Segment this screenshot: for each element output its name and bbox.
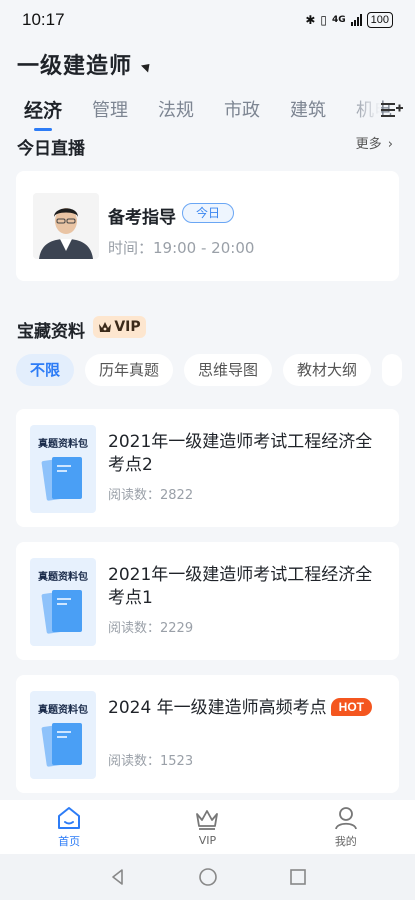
material-cover: 真题资料包 (30, 691, 96, 779)
status-bar: 10:17 ✱ ▯ 4G 100 (0, 0, 415, 40)
vibrate-icon: ▯ (320, 13, 327, 27)
bluetooth-icon: ✱ (305, 13, 316, 27)
nav-home[interactable]: 首页 (24, 806, 114, 849)
tab-menu-icon[interactable] (381, 102, 403, 118)
filter-chips: 不限 历年真题 思维导图 教材大纲 (16, 354, 403, 386)
material-title-row: 2024 年一级建造师高频考点 HOT (108, 697, 386, 720)
tab-municipal[interactable]: 市政 (224, 96, 260, 122)
material-cover: 真题资料包 (30, 558, 96, 646)
treasure-section-title: 宝藏资料 (17, 322, 85, 342)
nav-home-label: 首页 (58, 834, 81, 848)
cover-label: 真题资料包 (38, 439, 88, 450)
material-title: 2021年一级建造师考试工程经济全考点1 (108, 565, 373, 608)
home-icon (58, 806, 81, 829)
dropdown-caret-icon (141, 59, 154, 73)
teacher-avatar (33, 193, 99, 259)
live-section-title: 今日直播 (17, 139, 85, 159)
filter-past-exams[interactable]: 历年真题 (85, 354, 174, 386)
material-reads: 阅读数：1523 (108, 754, 194, 769)
material-card[interactable]: 真题资料包 2024 年一级建造师高频考点 HOT 阅读数：1523 (16, 675, 399, 793)
filter-more[interactable] (382, 354, 403, 386)
filter-syllabus[interactable]: 教材大纲 (283, 354, 372, 386)
home-circle-icon[interactable] (198, 867, 218, 887)
status-icons: ✱ ▯ 4G 100 (305, 12, 393, 28)
page-title: 一级建造师 (17, 54, 133, 79)
hot-badge: HOT (330, 698, 373, 716)
tab-construction[interactable]: 建筑 (290, 96, 326, 122)
filter-mind-maps[interactable]: 思维导图 (184, 354, 273, 386)
tab-economics[interactable]: 经济 (24, 96, 62, 131)
material-card[interactable]: 真题资料包 2021年一级建造师考试工程经济全考点2 阅读数：2822 (16, 409, 399, 527)
live-more-link[interactable]: 更多 › (356, 133, 393, 152)
material-title: 2024 年一级建造师高频考点 (108, 698, 327, 718)
cover-label: 真题资料包 (38, 705, 88, 716)
more-label: 更多 (355, 137, 382, 152)
material-title: 2021年一级建造师考试工程经济全考点2 (108, 432, 373, 475)
live-card[interactable]: 备考指导 今日 时间：19:00 - 20:00 (16, 171, 399, 281)
book-icon (41, 457, 82, 501)
crown-icon (196, 810, 219, 830)
live-title: 备考指导 (108, 208, 176, 228)
material-reads: 阅读数：2822 (108, 488, 194, 503)
back-icon[interactable] (108, 867, 128, 887)
nav-profile[interactable]: 我的 (301, 806, 391, 849)
bottom-nav: 首页 VIP 我的 (0, 800, 415, 854)
signal-icon (350, 14, 362, 26)
tabs-fade (347, 96, 381, 124)
filter-all[interactable]: 不限 (16, 354, 75, 386)
live-time: 时间：19:00 - 20:00 (108, 239, 255, 257)
crown-icon (99, 322, 112, 332)
vip-badge: VIP (93, 316, 146, 338)
material-cover: 真题资料包 (30, 425, 96, 513)
cover-label: 真题资料包 (38, 572, 88, 583)
nav-profile-label: 我的 (334, 834, 357, 848)
user-icon (334, 806, 357, 829)
battery-icon: 100 (366, 12, 393, 28)
system-nav-bar (0, 854, 415, 900)
book-icon (41, 723, 82, 767)
exam-selector[interactable]: 一级建造师 (17, 44, 154, 84)
chevron-right-icon: › (387, 137, 393, 152)
nav-vip-label: VIP (198, 834, 217, 847)
today-badge: 今日 (182, 203, 234, 223)
tab-regulations[interactable]: 法规 (158, 96, 194, 122)
vip-label: VIP (114, 319, 141, 335)
status-time: 10:17 (22, 10, 65, 29)
tab-management[interactable]: 管理 (92, 96, 128, 122)
network-label: 4G (331, 15, 346, 25)
material-card[interactable]: 真题资料包 2021年一级建造师考试工程经济全考点1 阅读数：2229 (16, 542, 399, 660)
material-reads: 阅读数：2229 (108, 621, 194, 636)
recents-icon[interactable] (288, 867, 308, 887)
nav-vip[interactable]: VIP (162, 807, 252, 847)
book-icon (41, 590, 82, 634)
